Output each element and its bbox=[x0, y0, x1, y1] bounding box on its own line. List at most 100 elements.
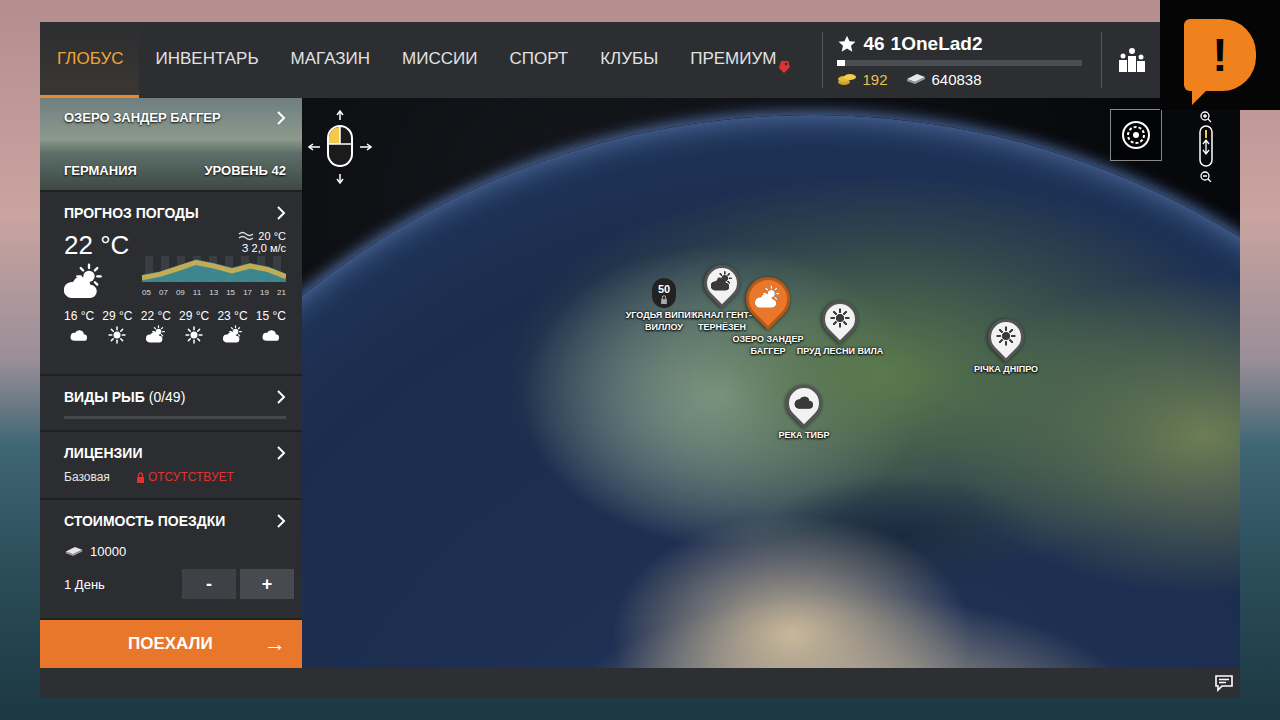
player-name: 1OneLad2 bbox=[891, 33, 983, 55]
nav-tab[interactable]: ГЛОБУС bbox=[40, 22, 139, 98]
forecast-item: 23 °C bbox=[217, 309, 247, 345]
minus-button[interactable]: - bbox=[182, 569, 236, 599]
locked-pin: 50 bbox=[652, 278, 676, 308]
cloud-weather-icon bbox=[261, 325, 281, 345]
map-pin[interactable]: РЕКА ТИБР bbox=[756, 382, 852, 442]
globe-map[interactable]: 50УГОДЬЯ ВИПИНГ ВИЛЛОУКАНАЛ ГЕНТ-ТЕРНЁЗЕ… bbox=[302, 98, 1240, 668]
current-temperature: 22 °C bbox=[64, 230, 129, 261]
water-waves-icon bbox=[238, 231, 254, 241]
globe bbox=[302, 115, 1240, 668]
wind: З 2,0 м/с bbox=[242, 242, 286, 254]
partly-weather-icon bbox=[146, 325, 166, 345]
stream-logo: ! bbox=[1160, 0, 1280, 110]
lock-icon bbox=[660, 295, 668, 304]
partly-weather-icon bbox=[755, 285, 781, 311]
nav-tab[interactable]: МИССИИ bbox=[386, 22, 493, 98]
license-name: Базовая bbox=[64, 470, 110, 484]
separator bbox=[822, 32, 823, 88]
map-pin[interactable]: ПРУД ЛЕСНИ ВИЛА bbox=[792, 298, 888, 358]
licenses-section[interactable]: ЛИЦЕНЗИИБазовая ОТСУТСТВУЕТ bbox=[40, 432, 302, 498]
location-level: УРОВЕНЬ 42 bbox=[204, 163, 286, 178]
player-level: 46 bbox=[863, 33, 884, 55]
hour-tick: 05 bbox=[142, 288, 151, 297]
chevron-right-icon bbox=[276, 390, 286, 404]
pin-label: ПРУД ЛЕСНИ ВИЛА bbox=[797, 346, 883, 358]
forecast-item: 29 °C bbox=[102, 309, 132, 345]
silver-bills-icon bbox=[905, 72, 927, 86]
trip-days: 1 День bbox=[64, 577, 105, 592]
forecast-item: 29 °C bbox=[179, 309, 209, 345]
sun-weather-icon bbox=[995, 325, 1017, 347]
weather-header[interactable]: ПРОГНОЗ ПОГОДЫ bbox=[64, 200, 286, 226]
map-pin[interactable]: 50УГОДЬЯ ВИПИНГ ВИЛЛОУ bbox=[616, 270, 712, 333]
hours-axis: 050709111315171921 bbox=[142, 288, 286, 297]
gold-coins-icon bbox=[837, 72, 857, 86]
trip-cost: 10000 bbox=[90, 544, 126, 559]
hour-tick: 19 bbox=[260, 288, 269, 297]
license-status: ОТСУТСТВУЕТ bbox=[136, 470, 234, 484]
logo-badge: ! bbox=[1184, 19, 1256, 91]
nav-tab[interactable]: ПРЕМИУМ bbox=[674, 22, 808, 98]
chevron-right-icon bbox=[276, 206, 286, 220]
chevron-right-icon bbox=[276, 514, 286, 528]
nav-tab[interactable]: МАГАЗИН bbox=[275, 22, 386, 98]
chat-icon[interactable] bbox=[1214, 674, 1234, 692]
reel-button[interactable] bbox=[1110, 109, 1162, 161]
podium-icon bbox=[1118, 47, 1146, 73]
sun-weather-icon bbox=[107, 325, 127, 345]
partly-weather-icon bbox=[223, 325, 243, 345]
trip-cost-section: СТОИМОСТЬ ПОЕЗДКИ100001 День-+ bbox=[40, 500, 302, 618]
location-name: ОЗЕРО ЗАНДЕР БАГГЕР bbox=[64, 110, 221, 125]
hour-tick: 11 bbox=[193, 288, 201, 297]
hour-tick: 13 bbox=[209, 288, 218, 297]
pin-label: РІЧКА ДНІПРО bbox=[974, 364, 1038, 376]
zoom-icon bbox=[1198, 110, 1214, 182]
leaderboard-button[interactable] bbox=[1116, 22, 1156, 98]
cloud-weather-icon bbox=[69, 325, 89, 345]
location-card[interactable]: ОЗЕРО ЗАНДЕР БАГГЕР ГЕРМАНИЯ УРОВЕНЬ 42 bbox=[40, 98, 302, 190]
sun-weather-icon bbox=[829, 307, 851, 329]
hour-tick: 15 bbox=[226, 288, 235, 297]
forecast: 16 °C29 °C22 °C29 °C23 °C15 °C bbox=[64, 309, 286, 345]
silver-bills-icon bbox=[64, 545, 84, 558]
go-button[interactable]: ПОЕХАЛИ→ bbox=[40, 620, 302, 668]
weather-section: ПРОГНОЗ ПОГОДЫ22 °C20 °CЗ 2,0 м/с0507091… bbox=[40, 192, 302, 374]
temperature-line bbox=[142, 263, 286, 278]
partly-weather-icon bbox=[64, 263, 104, 303]
screen: ГЛОБУСИНВЕНТАРЬМАГАЗИНМИССИИСПОРТКЛУБЫПР… bbox=[0, 0, 1280, 720]
map-pin[interactable]: ОЗЕРО ЗАНДЕР БАГГЕР bbox=[720, 274, 816, 357]
lock-icon bbox=[136, 472, 145, 483]
chevron-right-icon bbox=[276, 446, 286, 460]
reel-icon bbox=[1118, 117, 1154, 153]
sun-weather-icon bbox=[184, 325, 204, 345]
water-temperature: 20 °C bbox=[258, 230, 286, 242]
separator bbox=[1101, 32, 1102, 88]
sale-tag-icon bbox=[778, 58, 792, 74]
map-pin[interactable]: РІЧКА ДНІПРО bbox=[958, 316, 1054, 376]
nav-tab[interactable]: КЛУБЫ bbox=[584, 22, 674, 98]
zoom-control[interactable] bbox=[1198, 110, 1214, 186]
gold-amount: 192 bbox=[862, 71, 887, 88]
forecast-item: 22 °C bbox=[141, 309, 171, 345]
side-panel: ОЗЕРО ЗАНДЕР БАГГЕР ГЕРМАНИЯ УРОВЕНЬ 42 ПРО… bbox=[40, 98, 302, 668]
plus-button[interactable]: + bbox=[240, 569, 294, 599]
tabs: ГЛОБУСИНВЕНТАРЬМАГАЗИНМИССИИСПОРТКЛУБЫПР… bbox=[40, 22, 808, 98]
temperature-area bbox=[142, 260, 286, 283]
player-info: 46 1OneLad2192 640838 bbox=[837, 22, 1087, 98]
nav-tab[interactable]: ИНВЕНТАРЬ bbox=[139, 22, 274, 98]
nav-tab[interactable]: СПОРТ bbox=[493, 22, 584, 98]
temperature-chart bbox=[142, 256, 286, 288]
location-country: ГЕРМАНИЯ bbox=[64, 163, 137, 178]
chevron-right-icon bbox=[276, 111, 286, 125]
xp-bar bbox=[837, 60, 1082, 66]
hour-tick: 07 bbox=[159, 288, 168, 297]
silver-amount: 640838 bbox=[932, 71, 982, 88]
forecast-item: 15 °C bbox=[256, 309, 286, 345]
cloud-weather-icon bbox=[793, 391, 815, 413]
pin-label: РЕКА ТИБР bbox=[779, 430, 830, 442]
fish-section[interactable]: ВИДЫ РЫБ (0/49) bbox=[40, 376, 302, 430]
fish-progress bbox=[64, 416, 286, 419]
star-icon bbox=[837, 34, 857, 54]
top-bar: ГЛОБУСИНВЕНТАРЬМАГАЗИНМИССИИСПОРТКЛУБЫПР… bbox=[40, 22, 1240, 98]
hour-tick: 17 bbox=[243, 288, 252, 297]
